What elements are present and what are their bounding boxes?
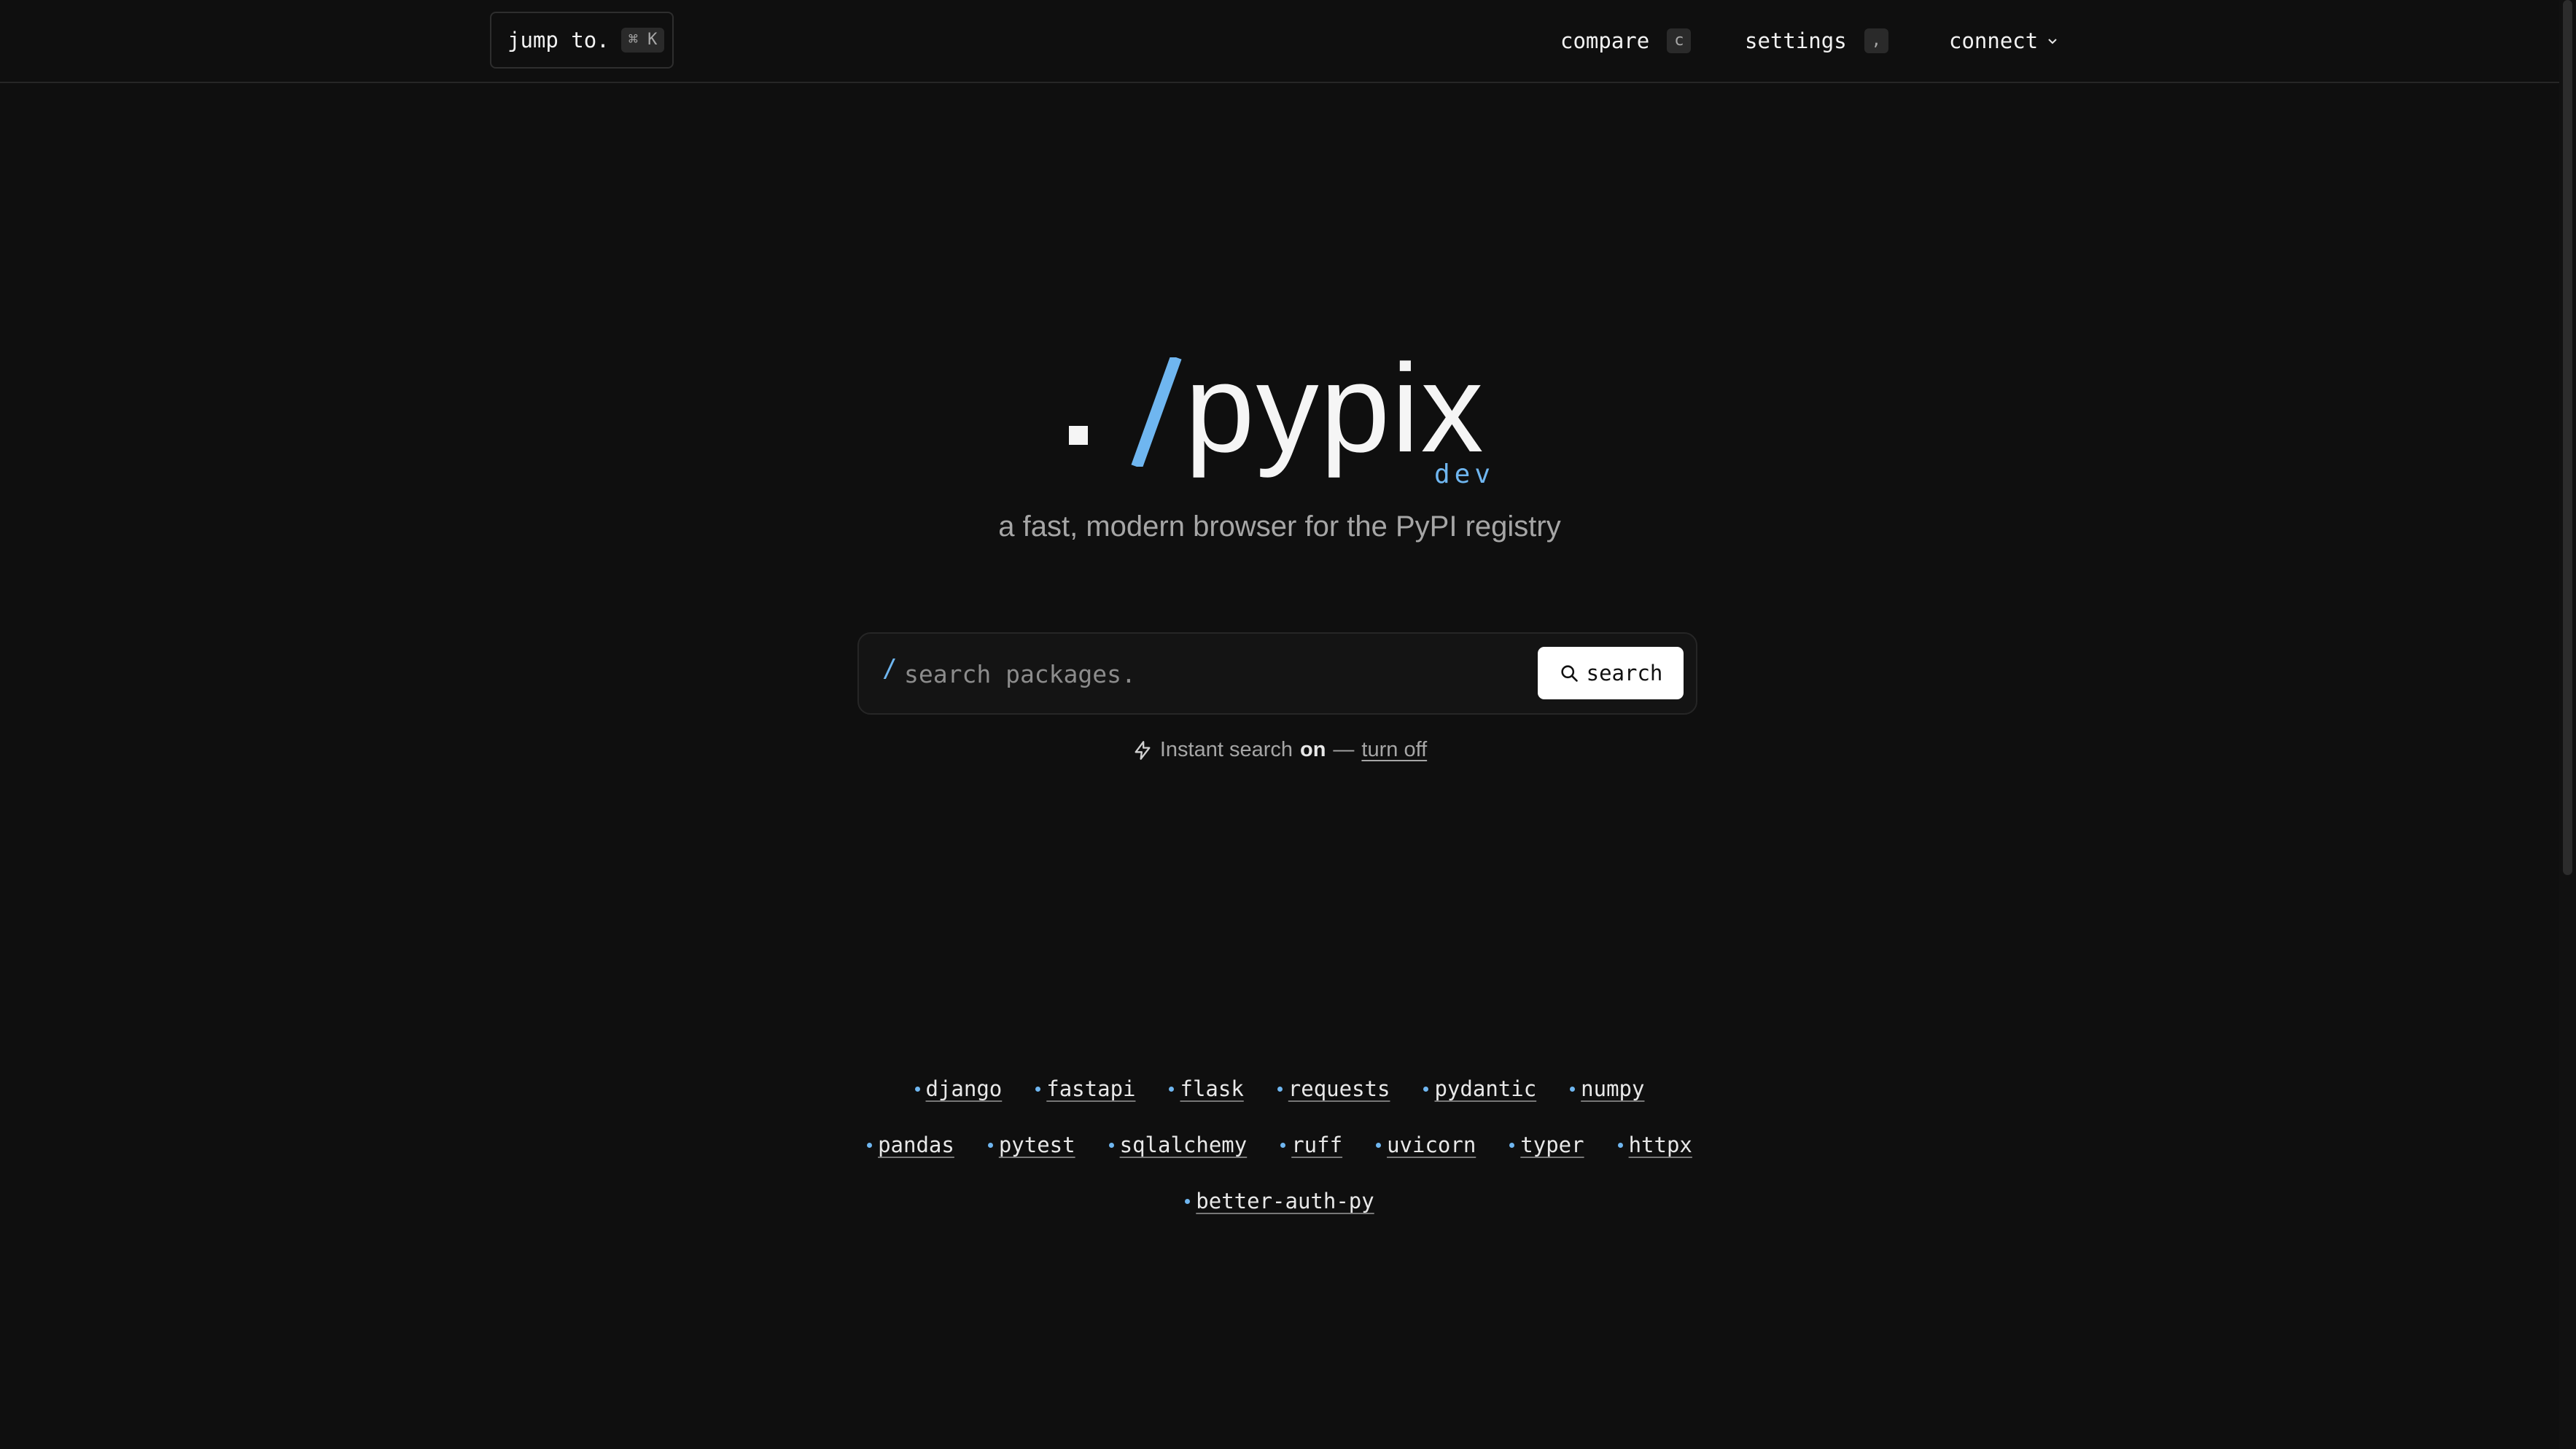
instant-search-label: Instant search [1159,738,1293,761]
scrollbar-thumb[interactable] [2563,0,2572,875]
package-name: typer [1520,1133,1584,1157]
search-button-label: search [1586,661,1663,685]
bullet-dot-icon [1108,1142,1114,1148]
instant-search-state: on [1299,738,1326,761]
package-name: pandas [878,1133,954,1157]
package-name: pytest [998,1133,1075,1157]
lightning-icon [1135,740,1151,760]
bullet-dot-icon [1035,1086,1041,1092]
bullet-dot-icon [1423,1086,1429,1092]
logo-dev-badge: dev [1434,459,1495,489]
package-link[interactable]: django [914,1076,1003,1101]
package-link[interactable]: sqlalchemy [1108,1133,1248,1157]
package-link[interactable]: better-auth-py [1185,1189,1374,1213]
jump-to-label: jump to. [507,28,610,53]
chevron-down-icon [2048,39,2057,44]
bullet-dot-icon [1376,1142,1382,1148]
package-link[interactable]: pandas [867,1133,954,1157]
jump-to-shortcut: ⌘ K [620,28,665,53]
compare-link[interactable]: compare c [1560,0,1692,82]
bullet-dot-icon [1280,1142,1286,1148]
package-name: requests [1288,1076,1390,1101]
package-link[interactable]: flask [1169,1076,1244,1101]
package-link[interactable]: numpy [1570,1076,1644,1101]
connect-dropdown[interactable]: connect [1949,0,2058,82]
logo-dot [1069,426,1088,445]
connect-label: connect [1949,28,2039,53]
settings-label: settings [1745,28,1847,53]
popular-packages-row-2: pandas pytest sqlalchemy ruff uvicorn typer ht… [0,1133,2559,1157]
instant-search-separator: — [1333,738,1355,761]
top-bar: jump to. ⌘ K compare c settings , connec… [0,0,2559,83]
package-link[interactable]: pytest [987,1133,1075,1157]
package-link[interactable]: uvicorn [1376,1133,1476,1157]
package-name: numpy [1581,1076,1645,1101]
package-name: better-auth-py [1196,1189,1374,1213]
search-box: / search [857,632,1697,715]
bullet-dot-icon [1277,1086,1283,1092]
bullet-dot-icon [1570,1086,1576,1092]
instant-search-toggle[interactable]: turn off [1361,738,1427,762]
package-link[interactable]: requests [1277,1076,1390,1101]
popular-packages-row-3: better-auth-py [0,1189,2559,1213]
bullet-dot-icon [1509,1142,1515,1148]
instant-search-status: Instant search on — turn off [0,738,2559,762]
search-icon [1560,665,1578,682]
compare-label: compare [1560,28,1650,53]
compare-shortcut: c [1667,28,1692,53]
package-name: pydantic [1434,1076,1537,1101]
bullet-dot-icon [1617,1142,1623,1148]
package-name: django [925,1076,1003,1101]
bullet-dot-icon [914,1086,920,1092]
site-logo: pypix dev [1059,335,1497,496]
logo-slash [1131,357,1182,467]
package-link[interactable]: ruff [1280,1133,1342,1157]
package-name: flask [1180,1076,1244,1101]
search-button[interactable]: search [1538,647,1684,699]
package-link[interactable]: typer [1509,1133,1584,1157]
settings-link[interactable]: settings , [1745,0,1888,82]
bullet-dot-icon [987,1142,993,1148]
settings-shortcut: , [1864,28,1888,53]
bullet-dot-icon [1169,1086,1175,1092]
search-prefix: / [882,654,898,683]
package-name: uvicorn [1387,1133,1476,1157]
popular-packages-row-1: django fastapi flask requests pydantic numpy [0,1076,2559,1101]
page-scrollbar[interactable] [2559,0,2576,1449]
search-input[interactable] [904,650,1487,698]
package-link[interactable]: fastapi [1035,1076,1135,1101]
tagline: a fast, modern browser for the PyPI regi… [998,510,1561,543]
jump-to-button[interactable]: jump to. ⌘ K [490,12,674,69]
package-name: sqlalchemy [1119,1133,1248,1157]
package-link[interactable]: httpx [1617,1133,1692,1157]
package-name: fastapi [1046,1076,1136,1101]
package-link[interactable]: pydantic [1423,1076,1536,1101]
package-name: httpx [1628,1133,1692,1157]
package-name: ruff [1291,1133,1343,1157]
bullet-dot-icon [1185,1198,1191,1204]
bullet-dot-icon [867,1142,873,1148]
